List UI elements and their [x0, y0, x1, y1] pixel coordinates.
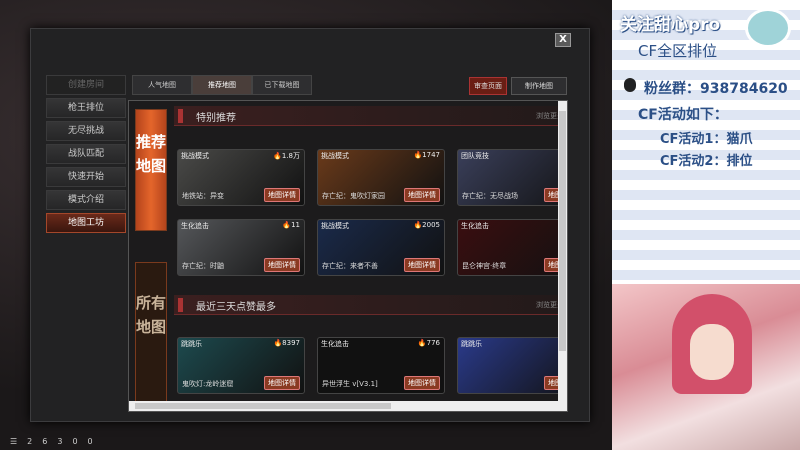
section-title: 特别推荐 — [196, 113, 236, 124]
map-card[interactable]: 生化追击 🔥11 存亡纪：时鼬 地图详情 — [177, 219, 305, 276]
menu-create-room[interactable]: 创建房间 — [46, 75, 126, 95]
qq-penguin-icon — [624, 78, 636, 92]
map-card[interactable]: 挑战模式 🔥1747 存亡纪：鬼吹灯家园 地图详情 — [317, 149, 445, 206]
status-count-1: 2 — [27, 436, 33, 446]
map-mode: 挑战模式 — [181, 152, 209, 160]
map-heat: 🔥11 — [282, 221, 300, 229]
map-name: 存亡纪：无尽战场 — [462, 192, 518, 200]
map-card[interactable]: 生化追击昆仑神宫·终章地图详情 — [457, 219, 567, 276]
map-name: 异世浮生 v[V3.1] — [322, 380, 378, 388]
map-name: 鬼吹灯:龙岭迷窟 — [182, 380, 234, 388]
review-page-button[interactable]: 审查页面 — [469, 77, 507, 95]
stream-info-overlay: 关注甜心pro CF全区排位 粉丝群：938784620 CF活动如下： CF活… — [612, 0, 800, 284]
activity-2: CF活动2：排位 — [660, 154, 753, 169]
map-mode: 跳跳乐 — [181, 340, 202, 348]
map-card[interactable]: 挑战模式 🔥2005 存亡纪：来者不善 地图详情 — [317, 219, 445, 276]
whale-icon — [745, 8, 791, 48]
map-heat: 🔥2005 — [413, 221, 440, 229]
fan-group-text: 粉丝群：938784620 — [644, 81, 788, 97]
map-card[interactable]: 团队竞技存亡纪：无尽战场地图详情 — [457, 149, 567, 206]
rank-text: CF全区排位 — [638, 42, 718, 60]
map-name: 存亡纪：来者不善 — [322, 262, 378, 270]
map-detail-button[interactable]: 地图详情 — [264, 376, 300, 390]
menu-clan-match[interactable]: 战队匹配 — [46, 144, 126, 164]
menu-icon: ☰ — [10, 436, 18, 446]
map-tabs: 人气地图 推荐地图 已下载地图 — [132, 75, 312, 95]
activity-1: CF活动1：猫爪 — [660, 132, 753, 147]
section-title: 最近三天点赞最多 — [196, 302, 276, 313]
map-card[interactable]: 生化追击 🔥776 异世浮生 v[V3.1] 地图详情 — [317, 337, 445, 394]
map-mode: 跳跳乐 — [461, 340, 482, 348]
menu-mode-intro[interactable]: 模式介绍 — [46, 190, 126, 210]
menu-quick-start[interactable]: 快速开始 — [46, 167, 126, 187]
map-heat: 🔥8397 — [273, 339, 300, 347]
section-special: 特别推荐 浏览更多 — [174, 106, 564, 126]
map-heat: 🔥776 — [417, 339, 440, 347]
map-name: 存亡纪：时鼬 — [182, 262, 224, 270]
vertical-scrollbar[interactable] — [558, 101, 567, 401]
map-detail-button[interactable]: 地图详情 — [404, 376, 440, 390]
map-detail-button[interactable]: 地图详情 — [264, 258, 300, 272]
map-mode: 挑战模式 — [321, 222, 349, 230]
status-count-5: 0 — [87, 436, 93, 446]
map-name: 存亡纪：鬼吹灯家园 — [322, 192, 385, 200]
tab-downloaded[interactable]: 已下载地图 — [252, 75, 312, 95]
map-card[interactable]: 挑战模式 🔥1.8万地铁站：异变 地图详情 — [177, 149, 305, 206]
make-map-button[interactable]: 制作地图 — [511, 77, 567, 95]
map-mode: 生化追击 — [181, 222, 209, 230]
webcam-feed — [612, 284, 800, 450]
vtab-recommended[interactable]: 推荐地图 — [135, 109, 167, 231]
map-mode: 团队竞技 — [461, 152, 489, 160]
map-detail-button[interactable]: 地图详情 — [264, 188, 300, 202]
map-card[interactable]: 跳跳乐 🔥8397 鬼吹灯:龙岭迷窟 地图详情 — [177, 337, 305, 394]
map-mode: 挑战模式 — [321, 152, 349, 160]
follow-text: 关注甜心pro — [620, 15, 721, 35]
map-mode: 生化追击 — [321, 340, 349, 348]
map-list-panel: 推荐地图 所有地图 特别推荐 浏览更多 最近三天点赞最多 浏览更多 挑战模式 🔥1.8… — [128, 100, 568, 412]
status-count-2: 6 — [42, 436, 48, 446]
tab-popular[interactable]: 人气地图 — [132, 75, 192, 95]
map-workshop-dialog: X 创建房间 枪王排位 无尽挑战 战队匹配 快速开始 模式介绍 地图工坊 人气地… — [30, 28, 590, 422]
menu-endless[interactable]: 无尽挑战 — [46, 121, 126, 141]
menu-ranked[interactable]: 枪王排位 — [46, 98, 126, 118]
activity-title: CF活动如下： — [638, 107, 728, 123]
status-count-4: 0 — [72, 436, 78, 446]
map-detail-button[interactable]: 地图详情 — [404, 258, 440, 272]
map-heat: 🔥1747 — [413, 151, 440, 159]
map-card[interactable]: 跳跳乐地图详情 — [457, 337, 567, 394]
status-bar: ☰ 2 6 3 0 0 — [0, 432, 93, 450]
close-button[interactable]: X — [555, 33, 571, 47]
vtab-all-maps[interactable]: 所有地图 — [135, 262, 167, 402]
status-count-3: 3 — [57, 436, 63, 446]
map-mode: 生化追击 — [461, 222, 489, 230]
section-most-liked: 最近三天点赞最多 浏览更多 — [174, 295, 564, 315]
menu-map-workshop[interactable]: 地图工坊 — [46, 213, 126, 233]
map-detail-button[interactable]: 地图详情 — [404, 188, 440, 202]
map-name: 昆仑神宫·终章 — [462, 262, 507, 270]
tab-recommended[interactable]: 推荐地图 — [192, 75, 252, 95]
map-name: 地铁站：异变 — [182, 192, 224, 200]
side-menu: 创建房间 枪王排位 无尽挑战 战队匹配 快速开始 模式介绍 地图工坊 — [46, 75, 126, 236]
map-heat: 🔥1.8万 — [273, 152, 300, 160]
horizontal-scrollbar[interactable] — [129, 401, 567, 411]
